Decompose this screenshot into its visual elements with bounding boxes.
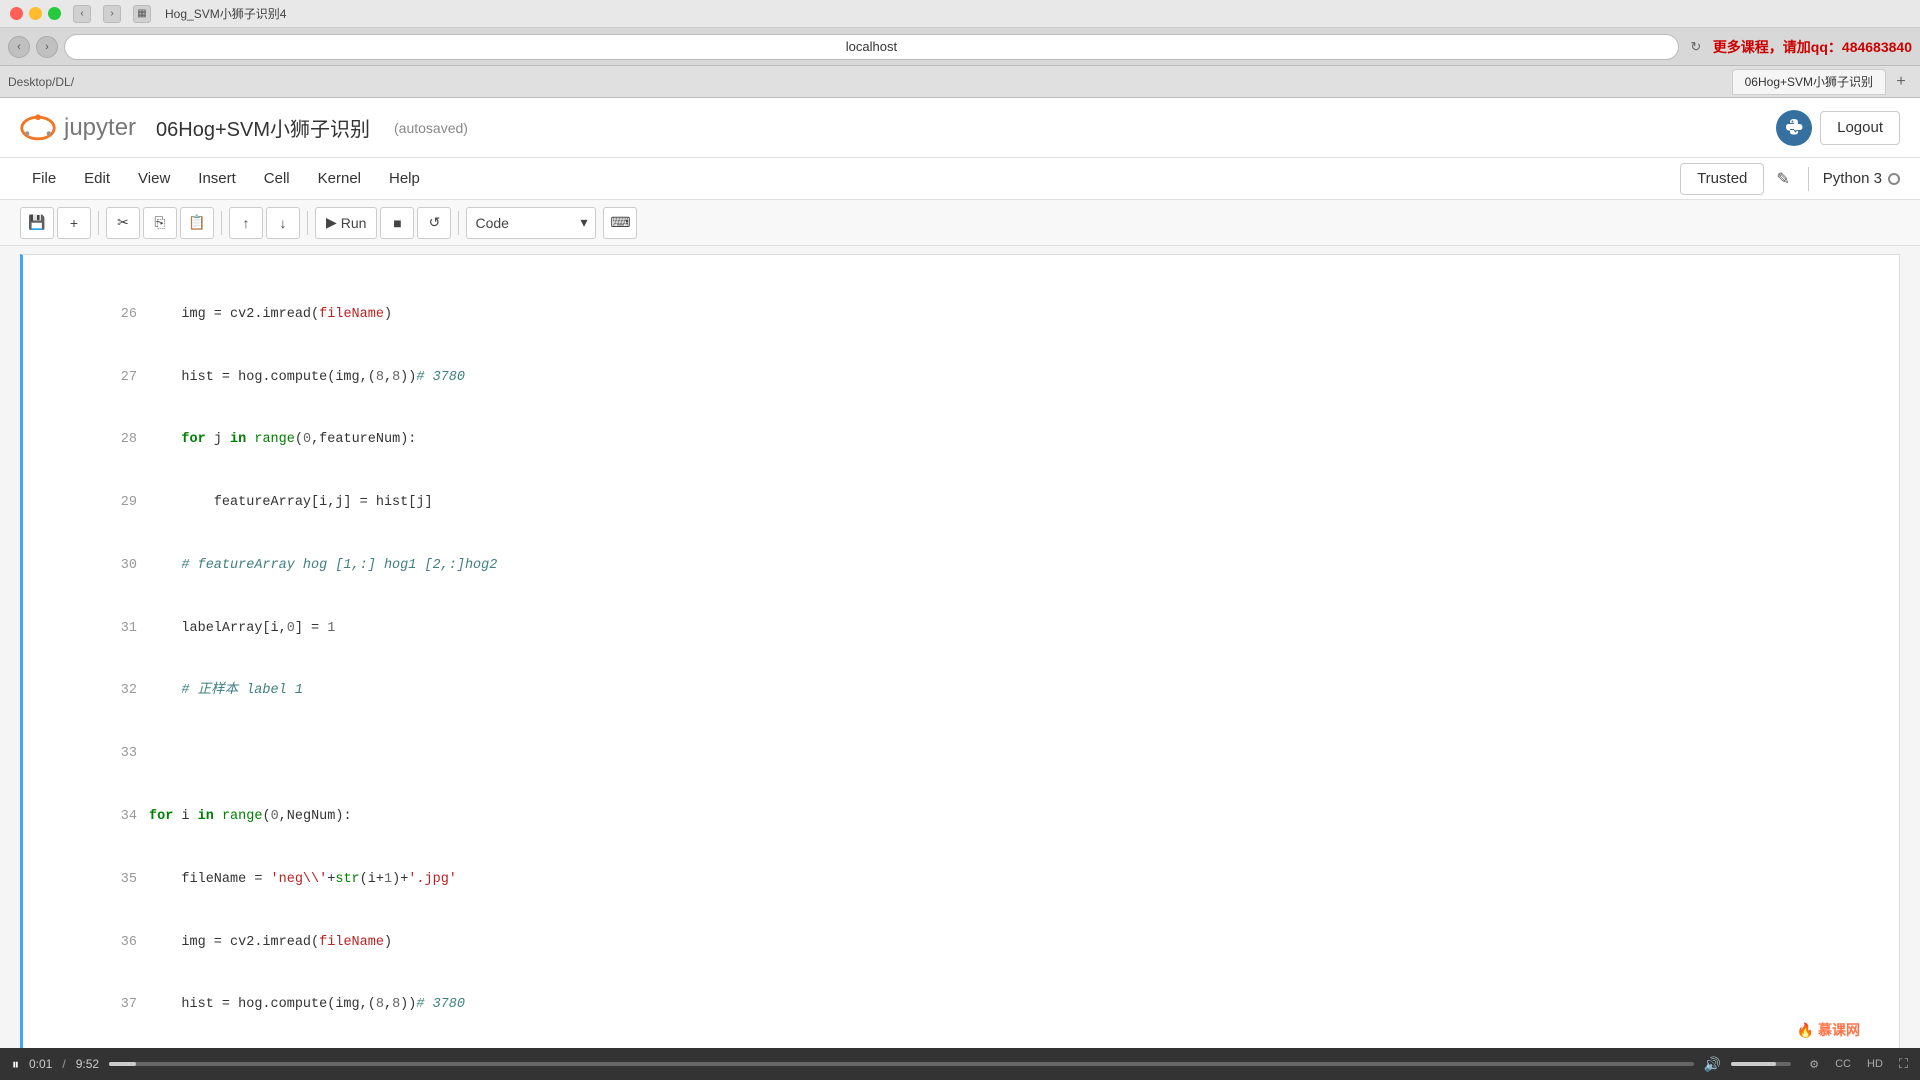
cell-input-area: 26 img = cv2.imread(fileName) 27 hist = … [23, 255, 1899, 1048]
forward-button[interactable]: › [103, 5, 121, 23]
separator-1 [98, 211, 99, 235]
header-right: Logout [1776, 110, 1900, 146]
address-bar[interactable]: localhost [64, 34, 1679, 60]
jupyter-brand: jupyter [64, 114, 136, 142]
tab-bar: Desktop/DL/ 06Hog+SVM小狮子识别 + [0, 66, 1920, 98]
trusted-button[interactable]: Trusted [1680, 163, 1764, 195]
kernel-name: Python 3 [1823, 170, 1882, 187]
layout-button[interactable]: ▦ [133, 5, 151, 23]
tab-label: 06Hog+SVM小狮子识别 [1745, 73, 1873, 90]
menu-help[interactable]: Help [377, 164, 432, 193]
progress-bar[interactable] [109, 1062, 1694, 1066]
autosaved-badge: (autosaved) [394, 120, 468, 136]
kernel-info: Python 3 [1823, 170, 1900, 187]
code-cell-active: 26 img = cv2.imread(fileName) 27 hist = … [20, 254, 1900, 1048]
media-bar: ⏸ 0:01 / 9:52 🔊 ⚙ CC HD ⛶ [0, 1048, 1920, 1080]
add-cell-button[interactable]: + [57, 207, 91, 239]
move-up-button[interactable]: ↑ [229, 207, 263, 239]
keyboard-shortcuts-button[interactable]: ⌨ [603, 207, 637, 239]
quality-button[interactable]: HD [1867, 1058, 1883, 1070]
back-button[interactable]: ‹ [73, 5, 91, 23]
cell-type-label: Code [475, 215, 508, 231]
jupyter-logo: jupyter [20, 110, 136, 146]
separator-2 [221, 211, 222, 235]
cell-prompt [23, 255, 103, 1048]
cell-code[interactable]: 26 img = cv2.imread(fileName) 27 hist = … [103, 255, 1899, 1048]
fullscreen-button[interactable]: ⛶ [1899, 1056, 1908, 1072]
progress-bar-fill [109, 1062, 136, 1066]
run-icon: ▶ [326, 214, 337, 231]
separator-3 [307, 211, 308, 235]
paste-button[interactable]: 📋 [180, 207, 214, 239]
volume-icon[interactable]: 🔊 [1704, 1056, 1721, 1073]
close-window-button[interactable] [10, 7, 23, 20]
notebook-title[interactable]: 06Hog+SVM小狮子识别 [156, 113, 370, 142]
time-current: 0:01 [29, 1057, 52, 1071]
cc-button[interactable]: CC [1835, 1058, 1851, 1070]
brand-watermark: 🔥 慕课网 [1797, 1020, 1860, 1040]
maximize-window-button[interactable] [48, 7, 61, 20]
interrupt-button[interactable]: ■ [380, 207, 414, 239]
menu-view[interactable]: View [126, 164, 182, 193]
save-button[interactable]: 💾 [20, 207, 54, 239]
chevron-down-icon: ▾ [580, 214, 587, 231]
time-total: 9:52 [76, 1057, 99, 1071]
new-tab-button[interactable]: + [1890, 71, 1912, 93]
breadcrumb: Desktop/DL/ [8, 75, 74, 89]
logout-button[interactable]: Logout [1820, 111, 1900, 145]
edit-icon[interactable]: ✎ [1772, 165, 1793, 193]
menu-kernel[interactable]: Kernel [306, 164, 373, 193]
jupyter-logo-icon [20, 110, 56, 146]
run-button[interactable]: ▶ Run [315, 207, 377, 239]
python-logo-icon [1776, 110, 1812, 146]
menu-bar: File Edit View Insert Cell Kernel Help T… [0, 158, 1920, 200]
separator-4 [458, 211, 459, 235]
settings-button[interactable]: ⚙ [1809, 1058, 1819, 1071]
menu-file[interactable]: File [20, 164, 68, 193]
cell-type-selector[interactable]: Code ▾ [466, 207, 596, 239]
cut-button[interactable]: ✂ [106, 207, 140, 239]
menu-right: Trusted ✎ Python 3 [1680, 163, 1900, 195]
browser-back-button[interactable]: ‹ [8, 36, 30, 58]
fire-icon: 🔥 [1797, 1022, 1814, 1038]
window-title: Hog_SVM小狮子识别4 [165, 5, 286, 22]
kernel-status-icon [1888, 173, 1900, 185]
play-pause-button[interactable]: ⏸ [12, 1056, 19, 1073]
active-tab[interactable]: 06Hog+SVM小狮子识别 [1732, 69, 1886, 95]
copy-button[interactable]: ⎘ [143, 207, 177, 239]
time-separator: / [62, 1057, 65, 1071]
separator [1808, 167, 1809, 191]
restart-button[interactable]: ↺ [417, 207, 451, 239]
run-label: Run [341, 215, 367, 231]
menu-edit[interactable]: Edit [72, 164, 122, 193]
move-down-button[interactable]: ↓ [266, 207, 300, 239]
refresh-button[interactable]: ↻ [1685, 36, 1707, 58]
volume-bar[interactable] [1731, 1062, 1791, 1066]
jupyter-header: jupyter 06Hog+SVM小狮子识别 (autosaved) Logou… [0, 98, 1920, 158]
volume-fill [1731, 1062, 1776, 1066]
title-bar: ‹ › ▦ Hog_SVM小狮子识别4 [0, 0, 1920, 28]
toolbar: 💾 + ✂ ⎘ 📋 ↑ ↓ ▶ Run ■ ↺ Code ▾ ⌨ [0, 200, 1920, 246]
browser-bar: ‹ › localhost ↻ 更多课程，请加qq：484683840 [0, 28, 1920, 66]
address-text: localhost [846, 39, 897, 54]
minimize-window-button[interactable] [29, 7, 42, 20]
promo-text: 更多课程，请加qq：484683840 [1713, 37, 1912, 57]
browser-forward-button[interactable]: › [36, 36, 58, 58]
menu-cell[interactable]: Cell [252, 164, 302, 193]
menu-insert[interactable]: Insert [186, 164, 248, 193]
main-content: 26 img = cv2.imread(fileName) 27 hist = … [0, 246, 1920, 1048]
